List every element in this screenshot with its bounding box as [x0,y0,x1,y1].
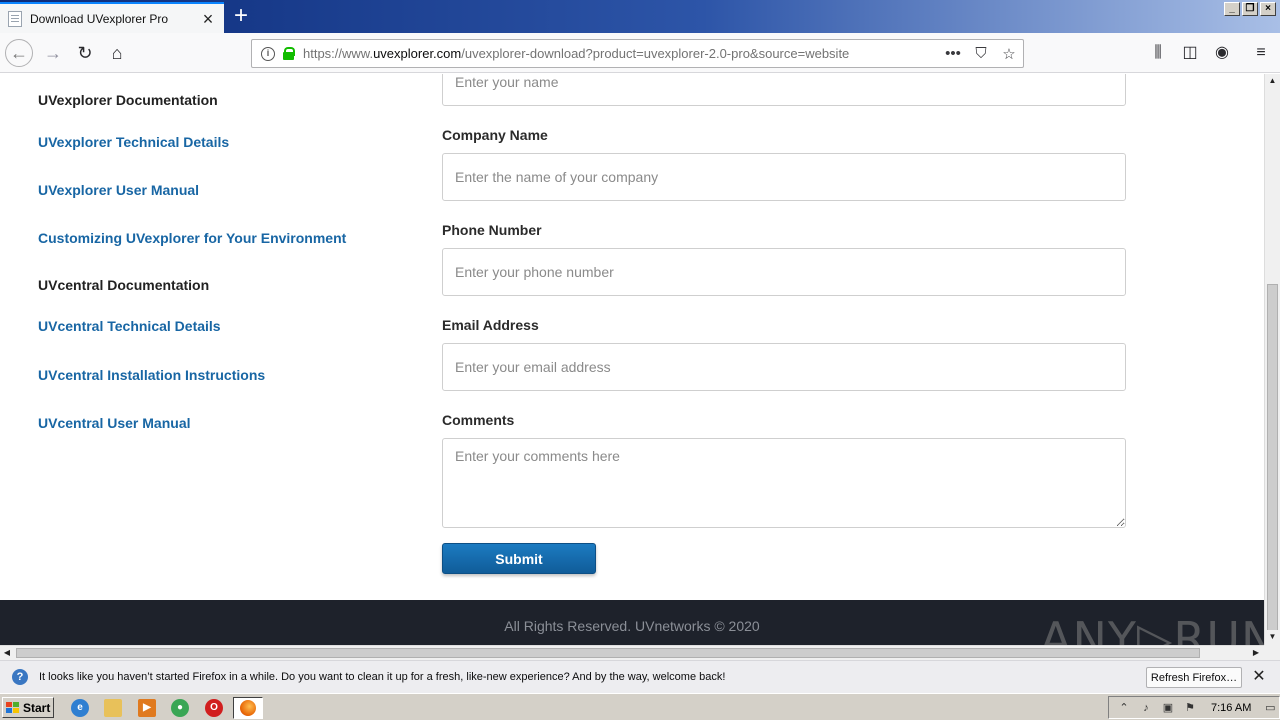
scroll-left-icon[interactable]: ◀ [0,646,14,660]
phone-label: Phone Number [442,222,542,238]
notification-close-icon[interactable]: ✕ [1250,668,1268,686]
email-label: Email Address [442,317,539,333]
clock: 7:16 AM [1211,701,1252,714]
chrome-icon[interactable]: ● [171,699,189,717]
link-uvexplorer-technical-details[interactable]: UVexplorer Technical Details [38,134,229,150]
internet-explorer-icon[interactable]: e [71,699,89,717]
window-controls: _ ❐ × [1224,2,1276,16]
media-player-icon[interactable]: ▶ [138,699,156,717]
tab-close-icon[interactable]: × [200,10,216,28]
network-icon[interactable]: ▣ [1161,701,1175,715]
company-label: Company Name [442,127,548,143]
comments-textarea[interactable] [442,438,1126,528]
link-customizing-uvexplorer[interactable]: Customizing UVexplorer for Your Environm… [38,230,346,246]
start-button[interactable]: Start [2,697,54,718]
url-bar[interactable]: i https://www.uvexplorer.com/uvexplorer-… [251,39,1024,68]
bookmark-star-icon[interactable]: ☆ [995,45,1023,63]
firefox-icon [240,700,256,716]
more-horizontal-icon[interactable]: ••• [939,45,967,62]
page-viewport: UVexplorer Documentation UVexplorer Tech… [0,74,1264,645]
name-input[interactable] [442,74,1126,106]
reload-icon[interactable]: ↻ [71,39,99,67]
scrollbar-corner [1264,645,1280,660]
scroll-down-icon[interactable]: ▼ [1265,630,1280,644]
company-input[interactable] [442,153,1126,201]
link-uvexplorer-user-manual[interactable]: UVexplorer User Manual [38,182,199,198]
library-icon[interactable]: ⫼ [1146,41,1170,65]
forward-arrow-icon[interactable]: → [39,39,67,67]
hamburger-menu-icon[interactable]: ≡ [1249,41,1273,65]
lock-icon[interactable] [283,47,295,60]
chevron-up-icon[interactable]: ⌃ [1117,701,1131,715]
notification-bar: ? It looks like you haven’t started Fire… [0,660,1280,693]
sidebar-toggle-icon[interactable]: ◫ [1178,41,1202,65]
tab-active[interactable]: Download UVexplorer Pro × [0,2,224,33]
title-bar: Download UVexplorer Pro × + _ ❐ × [0,0,1280,33]
tab-title: Download UVexplorer Pro [30,11,169,26]
show-desktop-icon[interactable]: ▭ [1263,701,1277,715]
pocket-icon[interactable]: ⛉ [967,45,995,62]
action-center-flag-icon[interactable]: ⚑ [1183,701,1197,715]
windows-logo-icon [6,701,20,714]
url-text[interactable]: https://www.uvexplorer.com/uvexplorer-do… [303,46,939,61]
scroll-up-icon[interactable]: ▲ [1265,74,1280,88]
page-icon [8,10,22,27]
refresh-firefox-button[interactable]: Refresh Firefox… [1146,667,1242,688]
notification-message: It looks like you haven’t started Firefo… [39,671,726,683]
opera-icon[interactable]: O [205,699,223,717]
account-icon[interactable]: ◉ [1210,41,1234,65]
window-close-icon[interactable]: × [1260,2,1276,16]
link-uvcentral-installation[interactable]: UVcentral Installation Instructions [38,367,265,383]
comments-label: Comments [442,412,515,428]
link-uvcentral-user-manual[interactable]: UVcentral User Manual [38,415,191,431]
submit-button[interactable]: Submit [442,543,596,574]
link-uvcentral-technical-details[interactable]: UVcentral Technical Details [38,318,221,334]
home-icon[interactable]: ⌂ [103,39,131,67]
windows-taskbar: Start e ▶ ● O ⌃ ♪ ▣ ⚑ 7:16 AM ▭ [0,693,1280,720]
site-info-icon[interactable]: i [261,46,275,61]
horizontal-scroll-thumb[interactable] [16,648,1200,658]
volume-icon[interactable]: ♪ [1139,701,1153,715]
vertical-scrollbar[interactable]: ▲ ▼ [1264,74,1280,645]
uvcentral-docs-heading: UVcentral Documentation [38,277,210,293]
phone-input[interactable] [442,248,1126,296]
question-icon: ? [12,669,28,685]
uvexplorer-docs-heading: UVexplorer Documentation [38,92,218,108]
horizontal-scrollbar[interactable]: ◀ ▶ [0,645,1264,660]
back-arrow-icon[interactable]: ← [5,39,33,67]
firefox-taskbar-button[interactable] [233,697,263,719]
system-tray: ⌃ ♪ ▣ ⚑ 7:16 AM ▭ [1108,696,1280,719]
restore-icon[interactable]: ❐ [1242,2,1258,16]
new-tab-plus-icon[interactable]: + [228,4,254,30]
vertical-scroll-thumb[interactable] [1267,284,1278,636]
email-input[interactable] [442,343,1126,391]
minimize-icon[interactable]: _ [1224,2,1240,16]
folder-icon[interactable] [104,699,122,717]
start-label: Start [23,700,51,715]
navigation-toolbar: ← → ↻ ⌂ i https://www.uvexplorer.com/uve… [0,33,1280,73]
scroll-right-icon[interactable]: ▶ [1249,646,1263,660]
